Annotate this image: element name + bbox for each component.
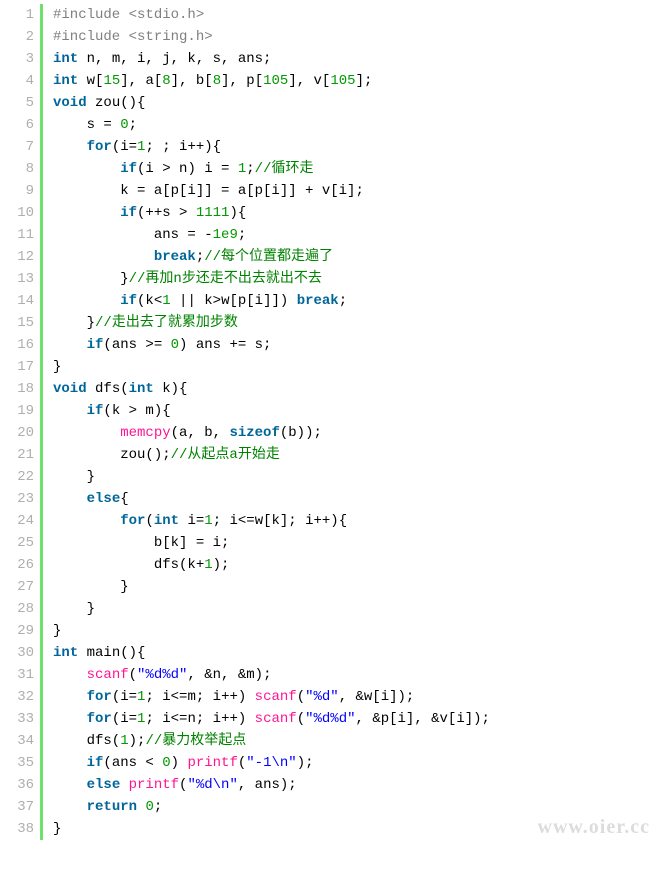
- code-line: if(i > n) i = 1;//循环走: [53, 158, 490, 180]
- line-number: 15: [0, 312, 34, 334]
- code-line: if(k<1 || k>w[p[i]]) break;: [53, 290, 490, 312]
- code-block: 1234567891011121314151617181920212223242…: [0, 0, 658, 844]
- code-line: if(ans >= 0) ans += s;: [53, 334, 490, 356]
- line-number: 36: [0, 774, 34, 796]
- code-line: int n, m, i, j, k, s, ans;: [53, 48, 490, 70]
- code-line: #include <stdio.h>: [53, 4, 490, 26]
- code-line: s = 0;: [53, 114, 490, 136]
- line-number: 22: [0, 466, 34, 488]
- code-line: if(++s > 1111){: [53, 202, 490, 224]
- code-line: }: [53, 620, 490, 642]
- code-line: dfs(k+1);: [53, 554, 490, 576]
- line-number: 5: [0, 92, 34, 114]
- line-number: 18: [0, 378, 34, 400]
- code-line: b[k] = i;: [53, 532, 490, 554]
- line-number: 6: [0, 114, 34, 136]
- code-line: int main(){: [53, 642, 490, 664]
- line-number: 3: [0, 48, 34, 70]
- code-line: scanf("%d%d", &n, &m);: [53, 664, 490, 686]
- code-line: }: [53, 598, 490, 620]
- line-number: 9: [0, 180, 34, 202]
- code-line: for(i=1; i<=n; i++) scanf("%d%d", &p[i],…: [53, 708, 490, 730]
- code-line: dfs(1);//暴力枚举起点: [53, 730, 490, 752]
- line-number: 19: [0, 400, 34, 422]
- code-line: void dfs(int k){: [53, 378, 490, 400]
- code-line: #include <string.h>: [53, 26, 490, 48]
- line-number: 4: [0, 70, 34, 92]
- code-line: }: [53, 576, 490, 598]
- line-number: 8: [0, 158, 34, 180]
- code-line: return 0;: [53, 796, 490, 818]
- line-number: 27: [0, 576, 34, 598]
- code-line: if(k > m){: [53, 400, 490, 422]
- line-number: 38: [0, 818, 34, 840]
- line-number: 29: [0, 620, 34, 642]
- code-line: else{: [53, 488, 490, 510]
- code-line: break;//每个位置都走遍了: [53, 246, 490, 268]
- line-number: 17: [0, 356, 34, 378]
- code-line: void zou(){: [53, 92, 490, 114]
- line-number: 33: [0, 708, 34, 730]
- line-number: 37: [0, 796, 34, 818]
- code-line: }//走出去了就累加步数: [53, 312, 490, 334]
- line-number: 35: [0, 752, 34, 774]
- line-number: 11: [0, 224, 34, 246]
- code-line: else printf("%d\n", ans);: [53, 774, 490, 796]
- line-number: 23: [0, 488, 34, 510]
- line-number: 2: [0, 26, 34, 48]
- code-line: memcpy(a, b, sizeof(b));: [53, 422, 490, 444]
- line-number: 14: [0, 290, 34, 312]
- code-line: if(ans < 0) printf("-1\n");: [53, 752, 490, 774]
- line-number: 31: [0, 664, 34, 686]
- line-number: 1: [0, 4, 34, 26]
- line-number: 26: [0, 554, 34, 576]
- line-number: 20: [0, 422, 34, 444]
- line-number: 7: [0, 136, 34, 158]
- line-number: 13: [0, 268, 34, 290]
- code-line: }: [53, 466, 490, 488]
- code-line: }: [53, 818, 490, 840]
- code-body: #include <stdio.h>#include <string.h>int…: [43, 4, 490, 840]
- line-number-gutter: 1234567891011121314151617181920212223242…: [0, 4, 40, 840]
- line-number: 30: [0, 642, 34, 664]
- code-line: k = a[p[i]] = a[p[i]] + v[i];: [53, 180, 490, 202]
- line-number: 16: [0, 334, 34, 356]
- line-number: 28: [0, 598, 34, 620]
- code-line: ans = -1e9;: [53, 224, 490, 246]
- code-line: for(i=1; ; i++){: [53, 136, 490, 158]
- code-line: for(i=1; i<=m; i++) scanf("%d", &w[i]);: [53, 686, 490, 708]
- line-number: 25: [0, 532, 34, 554]
- line-number: 12: [0, 246, 34, 268]
- line-number: 34: [0, 730, 34, 752]
- line-number: 10: [0, 202, 34, 224]
- line-number: 21: [0, 444, 34, 466]
- code-line: int w[15], a[8], b[8], p[105], v[105];: [53, 70, 490, 92]
- code-line: }: [53, 356, 490, 378]
- code-line: }//再加n步还走不出去就出不去: [53, 268, 490, 290]
- code-line: zou();//从起点a开始走: [53, 444, 490, 466]
- code-line: for(int i=1; i<=w[k]; i++){: [53, 510, 490, 532]
- line-number: 32: [0, 686, 34, 708]
- line-number: 24: [0, 510, 34, 532]
